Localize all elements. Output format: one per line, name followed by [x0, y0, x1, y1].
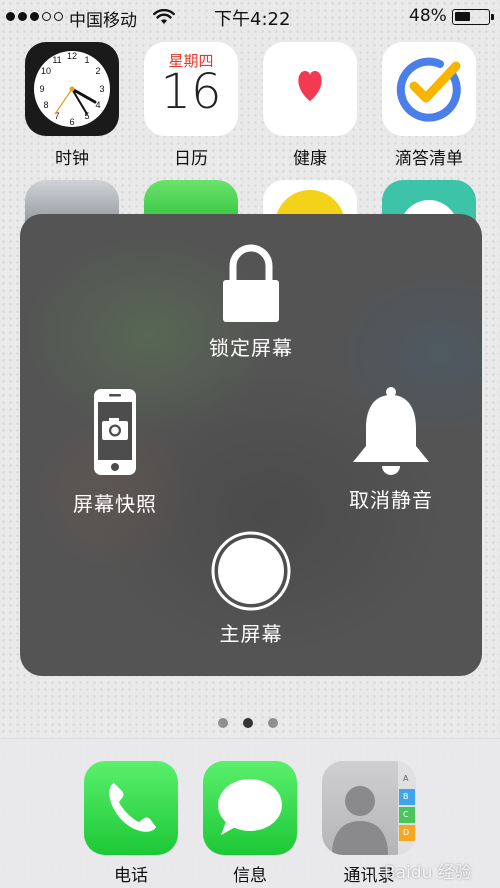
contacts-app-icon[interactable]: A B C D: [322, 761, 416, 855]
app-label-clock: 时钟: [55, 149, 89, 169]
app-label-calendar: 日历: [174, 149, 208, 169]
watermark: Baidu 经验: [384, 863, 472, 883]
messages-app-icon[interactable]: [203, 761, 297, 855]
phone-icon: [109, 783, 156, 832]
home-button-icon: [211, 531, 291, 611]
home-label: 主屏幕: [219, 622, 283, 646]
svg-text:3: 3: [99, 84, 104, 94]
clock-icon: 12 12 345 678 91011: [34, 51, 110, 127]
screenshot-button[interactable]: 屏幕快照: [55, 388, 175, 517]
dock-label-phone: 电话: [114, 866, 148, 886]
page-dot-1[interactable]: [218, 718, 228, 728]
screenshot-label: 屏幕快照: [73, 492, 157, 516]
status-time: 下午4:22: [214, 9, 291, 30]
svg-text:6: 6: [69, 117, 74, 127]
status-bar: 中国移动 下午4:22 48%: [0, 0, 500, 34]
unmute-label: 取消静音: [349, 488, 433, 512]
battery-percentage: 48%: [409, 6, 447, 26]
contacts-tab-c: C: [403, 810, 409, 819]
calendar-day: 16: [160, 64, 222, 120]
phone-camera-icon: [94, 389, 136, 475]
signal-strength-icon: [6, 12, 63, 21]
battery-icon: [452, 9, 494, 25]
svg-text:7: 7: [54, 111, 59, 121]
contacts-tab-d: D: [403, 828, 410, 837]
bell-icon: [353, 387, 429, 475]
lock-screen-button[interactable]: 锁定屏幕: [191, 244, 311, 361]
contacts-tab-b: B: [403, 792, 409, 801]
battery-fill: [455, 12, 470, 21]
page-dot-2[interactable]: [243, 718, 253, 728]
page-dot-3[interactable]: [268, 718, 278, 728]
lock-icon: [223, 244, 279, 322]
svg-text:1: 1: [84, 55, 89, 65]
home-button[interactable]: 主屏幕: [191, 530, 311, 647]
dock-label-messages: 信息: [233, 866, 267, 886]
svg-text:11: 11: [52, 55, 61, 65]
lock-screen-label: 锁定屏幕: [209, 336, 293, 360]
calendar-app-icon[interactable]: 星期四 16: [144, 42, 238, 136]
carrier-name: 中国移动: [69, 11, 137, 31]
page-indicator[interactable]: [218, 718, 278, 728]
contacts-tab-a: A: [403, 774, 409, 783]
wifi-icon: [153, 8, 175, 30]
heart-icon: [298, 71, 322, 102]
unmute-button[interactable]: 取消静音: [331, 386, 451, 513]
assistive-touch-panel: 锁定屏幕 屏幕快照 取消静音 主屏幕: [20, 214, 482, 676]
phone-app-icon[interactable]: [84, 761, 178, 855]
contacts-icon: [332, 761, 416, 855]
app-label-health: 健康: [293, 149, 327, 169]
svg-text:8: 8: [43, 100, 48, 110]
todo-app-icon[interactable]: [382, 42, 476, 136]
svg-text:2: 2: [95, 66, 100, 76]
svg-text:9: 9: [39, 84, 44, 94]
app-label-todo: 滴答清单: [395, 149, 463, 169]
clock-app-icon[interactable]: 12 1 2 345 678 9 10 11: [25, 42, 119, 136]
health-app-icon[interactable]: [263, 42, 357, 136]
svg-text:12: 12: [67, 51, 77, 61]
message-bubble-icon: [218, 779, 282, 835]
checkmark-icon: [396, 57, 461, 122]
svg-text:10: 10: [41, 66, 51, 76]
